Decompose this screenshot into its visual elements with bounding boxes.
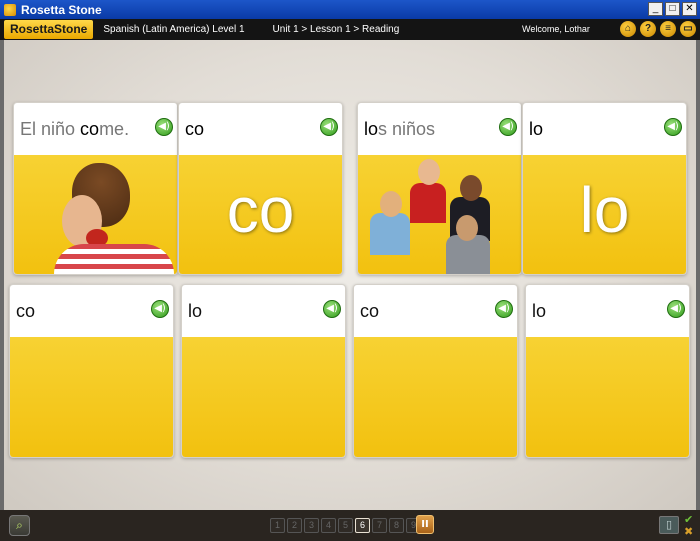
page-7-button[interactable]: 7 xyxy=(372,518,387,533)
speaker-icon[interactable]: ◀) xyxy=(151,300,169,318)
card-caption: los niños xyxy=(364,119,436,139)
course-title: Spanish (Latin America) Level 1 xyxy=(103,24,245,35)
syllable-card-lo[interactable]: lo ◀) lo xyxy=(522,102,687,275)
photo-detail xyxy=(418,159,440,185)
page-2-button[interactable]: 2 xyxy=(287,518,302,533)
card-caption: co xyxy=(185,119,205,139)
yellow-panel xyxy=(526,337,689,457)
window-controls: _ □ ✕ xyxy=(648,2,697,16)
card-caption: lo xyxy=(529,119,544,139)
card-caption: El niño come. xyxy=(20,119,130,139)
pause-button[interactable]: II xyxy=(416,515,434,534)
page-1-button[interactable]: 1 xyxy=(270,518,285,533)
photo-boy-eating-apple xyxy=(14,155,177,274)
maximize-button[interactable]: □ xyxy=(665,2,680,16)
speaker-icon[interactable]: ◀) xyxy=(499,118,517,136)
photo-detail xyxy=(446,235,490,274)
answer-card-co-2[interactable]: co ◀) xyxy=(353,284,518,458)
close-button[interactable]: ✕ xyxy=(682,2,697,16)
speaker-icon[interactable]: ◀) xyxy=(155,118,173,136)
yellow-panel xyxy=(10,337,173,457)
card-caption: co xyxy=(16,301,36,321)
page-5-button[interactable]: 5 xyxy=(338,518,353,533)
page-4-button[interactable]: 4 xyxy=(321,518,336,533)
photo-detail xyxy=(456,215,478,241)
photo-group-of-boys xyxy=(358,155,521,274)
striped-shirt xyxy=(54,244,174,274)
welcome-text: Welcome, Lothar xyxy=(522,24,590,34)
page-6-button[interactable]: 6 xyxy=(355,518,370,533)
rosetta-stone-app-icon xyxy=(4,3,16,16)
speaker-icon[interactable]: ◀) xyxy=(495,300,513,318)
photo-detail xyxy=(460,175,482,201)
card-caption: lo xyxy=(532,301,547,321)
book-icon[interactable]: ▯ xyxy=(659,516,679,534)
cross-icon: ✖ xyxy=(684,525,694,538)
yellow-panel xyxy=(354,337,517,457)
speaker-icon[interactable]: ◀) xyxy=(323,300,341,318)
syllable-card-co[interactable]: co ◀) co xyxy=(178,102,343,275)
speaker-icon[interactable]: ◀) xyxy=(667,300,685,318)
answer-card-lo-2[interactable]: lo ◀) xyxy=(525,284,690,458)
photo-detail xyxy=(370,213,410,255)
speaker-icon[interactable]: ◀) xyxy=(320,118,338,136)
page-8-button[interactable]: 8 xyxy=(389,518,404,533)
zoom-icon[interactable]: ⌕ xyxy=(9,515,30,536)
breadcrumb: Unit 1 > Lesson 1 > Reading xyxy=(272,24,400,35)
photo-detail xyxy=(380,191,402,217)
yellow-panel xyxy=(182,337,345,457)
header-tools: ⌂ ? ≡ ▭ xyxy=(620,21,696,37)
answer-card-lo-1[interactable]: lo ◀) xyxy=(181,284,346,458)
speaker-icon[interactable]: ◀) xyxy=(664,118,682,136)
minimize-button[interactable]: _ xyxy=(648,2,663,16)
page-3-button[interactable]: 3 xyxy=(304,518,319,533)
help-icon[interactable]: ? xyxy=(640,21,656,37)
photo-detail xyxy=(410,183,446,223)
yellow-panel: co xyxy=(179,155,342,274)
screen-pager: 1 2 3 4 5 6 7 8 9 xyxy=(270,518,421,533)
card-caption: lo xyxy=(188,301,203,321)
menu-icon[interactable]: ≡ xyxy=(660,21,676,37)
window-title-bar: Rosetta Stone _ □ ✕ xyxy=(0,0,700,19)
chat-icon[interactable]: ▭ xyxy=(680,21,696,37)
prompt-card-el-nino-come[interactable]: El niño come. ◀) xyxy=(13,102,178,275)
lesson-footer: ⌕ 1 2 3 4 5 6 7 8 9 II ▯ ✔ ✖ xyxy=(0,510,700,541)
prompt-card-los-ninos[interactable]: los niños ◀) xyxy=(357,102,522,275)
home-icon[interactable]: ⌂ xyxy=(620,21,636,37)
syllable-display: lo xyxy=(579,174,630,246)
syllable-display: co xyxy=(226,174,295,246)
answer-card-co-1[interactable]: co ◀) xyxy=(9,284,174,458)
yellow-panel: lo xyxy=(523,155,686,274)
lesson-stage: El niño come. ◀) co ◀) co los niños ◀) l… xyxy=(4,40,696,510)
app-header: RosettaStone Spanish (Latin America) Lev… xyxy=(0,19,700,40)
rosetta-stone-logo: RosettaStone xyxy=(4,20,94,39)
window-title: Rosetta Stone xyxy=(21,2,102,17)
card-caption: co xyxy=(360,301,380,321)
